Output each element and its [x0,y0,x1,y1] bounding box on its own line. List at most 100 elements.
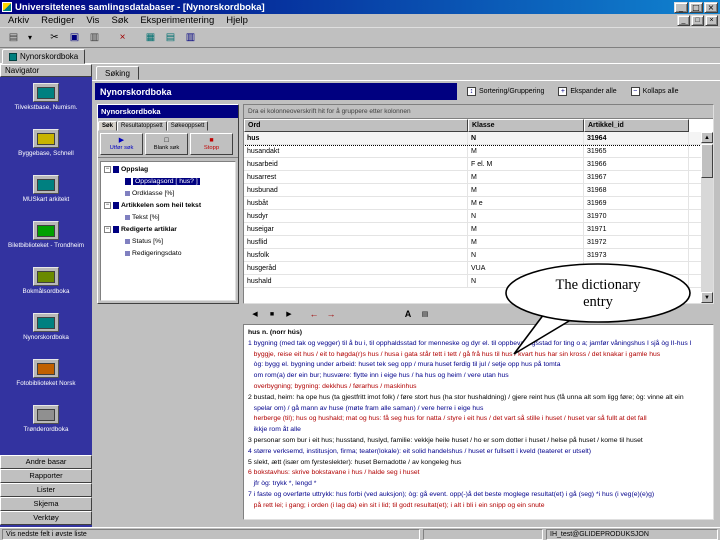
entry-line: 1 bygning (med tak og vegger) til å bu i… [248,339,692,347]
group-by-hint[interactable]: Dra ei kolonneoverskrift hit for å grupp… [244,105,713,119]
title-bar: Universitetenes samlingsdatabaser - [Nyn… [0,0,720,14]
result-header: Nynorskordboka [95,83,457,100]
child-close-button[interactable]: × [705,15,718,26]
collapse-icon[interactable]: − [104,225,111,233]
menu-item[interactable]: Vis [80,14,105,27]
next-record-icon[interactable]: ▶ [281,307,297,321]
stop-record-icon[interactable]: ■ [264,307,280,321]
table-row[interactable]: husgeråd VUA 31974 [244,262,701,275]
tree-item-label: Oppslag [121,165,149,173]
navigator-band-button[interactable]: Andre basar [0,455,92,469]
header-button-icon: + [558,87,568,96]
tree-item[interactable]: − Ordklasse [%] [102,187,234,199]
tree-item[interactable]: − Artikkelen som heil tekst [102,199,234,211]
navigator-item[interactable]: Tilvekstbase, Numism. [0,80,92,126]
column-header[interactable]: Klasse [468,119,584,132]
table-row[interactable]: huseigar M 31971 [244,223,701,236]
table-row[interactable]: husbunad M 31968 [244,184,701,197]
table-row[interactable]: husandakt M 31965 [244,145,701,158]
navigator-item[interactable]: Fotobiblioteket Norsk [0,356,92,402]
entry-line: jfr òg: trykk *, lengd * [248,480,317,488]
stop-search-button[interactable]: ■ Stopp [190,133,233,155]
cut-icon[interactable]: ✂ [45,29,64,46]
navigator-item[interactable]: Nynorskordboka [0,310,92,356]
column-header[interactable]: Artikkel_id [584,119,689,132]
minimize-button[interactable]: _ [674,1,688,13]
prev-entry-icon[interactable]: ← [306,307,322,321]
tree-item[interactable]: − Redigeringsdato [102,247,234,259]
column-view-icon[interactable]: ▤ [161,29,180,46]
navigator-band-button[interactable]: Skjema [0,497,92,511]
tree-item[interactable]: − Status [%] [102,235,234,247]
form-view-icon[interactable]: ▥ [181,29,200,46]
expand-all-button[interactable]: + Ekspander alle [552,85,623,98]
app-tab-label: Nynorskordboka [20,52,79,61]
navigator-band-button[interactable]: Verktøy [0,511,92,525]
tree-item[interactable]: − Redigerte artiklar [102,223,234,235]
collapse-all-button[interactable]: − Kollaps alle [624,85,685,98]
menu-item[interactable]: Rediger [35,14,80,27]
table-row[interactable]: husarbeid F el. M 31966 [244,158,701,171]
table-row[interactable]: husdyr N 31970 [244,210,701,223]
child-restore-button[interactable]: □ [691,15,704,26]
navigator-item[interactable]: Biletbiblioteket - Trondheim [0,218,92,264]
new-dropdown-icon[interactable]: ▾ [24,29,36,46]
grid-view-icon[interactable]: ▦ [141,29,160,46]
navigator-item[interactable]: MUSkart arkitekt [0,172,92,218]
tab-nynorskordboka[interactable]: Nynorskordboka [2,49,86,64]
font-icon[interactable]: A [400,307,416,321]
table-row[interactable]: hus N 31964 [244,132,701,146]
navigator-item[interactable]: Trønderordboka [0,402,92,448]
menu-item[interactable]: Arkiv [2,14,35,27]
results-body: hus N 31964 husandakt M 31965 husarbeid F el.… [244,132,701,303]
tab-soking[interactable]: Søking [96,66,139,80]
tree-item[interactable]: − Tekst [%] [102,211,234,223]
collapse-icon[interactable]: − [104,165,111,173]
navigator-item[interactable]: Byggebase, Schnell [0,126,92,172]
tree-item[interactable]: − Oppslagsord [ hus? ] [102,175,234,187]
navigator-band-button[interactable]: Rapporter [0,469,92,483]
sort-group-button[interactable]: ↕ Sortering/Gruppering [461,85,551,98]
copy-icon[interactable]: ▣ [65,29,84,46]
child-minimize-button[interactable]: _ [677,15,690,26]
prev-record-icon[interactable]: ◀ [247,307,263,321]
navigator-band-button[interactable]: Lister [0,483,92,497]
column-header[interactable]: Ord [244,119,468,132]
table-row[interactable]: husarrest M 31967 [244,171,701,184]
window-title: Universitetenes samlingsdatabaser - [Nyn… [15,1,265,13]
scroll-down-icon[interactable]: ▼ [701,292,713,303]
search-panel-tab[interactable]: Resultatoppsett [117,121,167,131]
maximize-button[interactable]: □ [689,1,703,13]
tree-item[interactable]: − Oppslag [102,163,234,175]
field-icon [125,190,130,196]
search-panel-tab[interactable]: Søk [98,121,118,131]
table-row[interactable]: hushald N 31975 [244,275,701,288]
paste-icon[interactable]: ▥ [85,29,104,46]
results-scrollbar[interactable]: ▲ ▼ [701,132,713,303]
entry-line: overbygning; bygning: dekkhus / førarhus… [248,382,417,390]
table-row[interactable]: husflid M 31972 [244,236,701,249]
entry-line: 3 personar som bur i eit hus; husstand, … [248,436,643,444]
field-icon [125,250,130,256]
table-row[interactable]: husbåt M e 31969 [244,197,701,210]
scrollbar-thumb[interactable] [701,144,713,178]
table-row[interactable]: husfolk N 31973 [244,249,701,262]
clear-search-button[interactable]: □ Blank søk [145,133,188,155]
print-icon[interactable]: ▤ [417,307,433,321]
scroll-up-icon[interactable]: ▲ [701,132,713,143]
database-icon [33,221,59,240]
menu-item[interactable]: Hjelp [220,14,254,27]
close-button[interactable]: × [704,1,718,13]
collapse-icon[interactable]: − [104,201,111,209]
entry-line: 6 bokstavhus: skrive bokstavane i hus / … [248,469,420,477]
navigator-item[interactable]: Bokmålsordboka [0,264,92,310]
menu-item[interactable]: Eksperimentering [134,14,220,27]
new-record-icon[interactable]: ▤ [4,29,23,46]
search-panel-tab[interactable]: Søkeoppsett [166,121,209,131]
menu-item[interactable]: Søk [105,14,134,27]
run-search-button[interactable]: ▶ Utfør søk [100,133,143,155]
delete-icon[interactable]: × [113,29,132,46]
field-icon [125,238,130,244]
record-toolbar: ◀ ■ ▶ ← → A ▤ [243,306,714,322]
next-entry-icon[interactable]: → [323,307,339,321]
